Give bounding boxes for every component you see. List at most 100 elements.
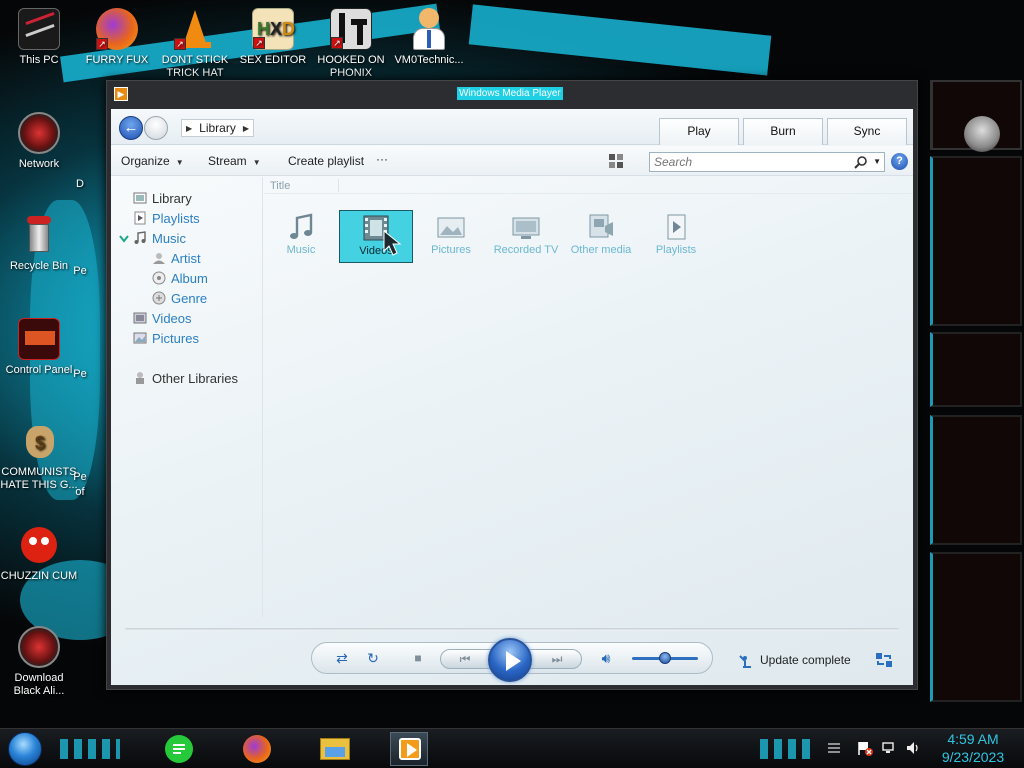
computer-icon — [18, 8, 60, 50]
forward-button[interactable] — [144, 116, 168, 140]
shortcut-arrow-icon: ↗ — [331, 37, 343, 49]
taskbar: 4:59 AM 9/23/2023 — [0, 728, 1024, 768]
tile-label: Music — [286, 244, 316, 256]
switch-to-now-playing-icon[interactable] — [875, 651, 893, 669]
tab-burn[interactable]: Burn — [743, 118, 823, 145]
organize-menu[interactable]: Organize ▼ — [121, 154, 184, 168]
security-alert-flag-icon[interactable] — [857, 740, 873, 756]
nav-label: Videos — [152, 310, 192, 326]
stream-menu[interactable]: Stream ▼ — [208, 154, 261, 168]
tile-playlists[interactable]: Playlists — [639, 210, 713, 263]
nav-item-library[interactable]: Library — [133, 189, 192, 207]
volume-slider-thumb[interactable] — [659, 652, 671, 664]
breadcrumb-item-library[interactable]: Library — [196, 121, 239, 135]
stop-icon[interactable]: ■ — [410, 650, 426, 666]
gadget-network — [930, 552, 1022, 702]
taskbar-app-notes[interactable] — [160, 732, 198, 766]
tile-label: Playlists — [655, 244, 697, 256]
nav-item-videos[interactable]: Videos — [133, 309, 192, 327]
nav-item-playlists[interactable]: Playlists — [133, 209, 200, 227]
back-button[interactable]: ← — [119, 116, 143, 140]
taskbar-decoration — [60, 739, 120, 759]
nav-item-other-libraries[interactable]: Other Libraries — [133, 369, 238, 387]
partial-icon-label: D — [76, 178, 84, 190]
search-dropdown-icon[interactable]: ▼ — [873, 157, 881, 166]
desktop-icon-label: FURRY FUX — [85, 54, 149, 66]
content-pane: Title Music Videos Pictures Recorded TV … — [264, 177, 913, 617]
desktop-icon-hooked-on[interactable]: ↗ HOOKED ON PHONIX — [312, 8, 390, 80]
gadget-drives — [930, 415, 1022, 545]
create-playlist-button[interactable]: Create playlist — [288, 154, 364, 168]
action-center-icon[interactable] — [826, 740, 842, 756]
column-header-title[interactable]: Title — [270, 180, 290, 192]
column-separator[interactable] — [338, 179, 339, 192]
breadcrumb[interactable]: ▶ Library ▶ — [181, 119, 254, 137]
tab-sync[interactable]: Sync — [827, 118, 907, 145]
desktop-icon-sex-editor[interactable]: HXD ↗ SEX EDITOR — [234, 8, 312, 67]
clock-date[interactable]: 9/23/2023 — [934, 749, 1012, 765]
more-options-button[interactable]: ··· — [376, 152, 388, 166]
nav-item-pictures[interactable]: Pictures — [133, 329, 199, 347]
desktop-icon-network[interactable]: Network — [0, 112, 78, 171]
expanded-chevron-icon[interactable] — [119, 231, 129, 245]
taskbar-app-firefox[interactable] — [238, 732, 276, 766]
help-button[interactable]: ? — [891, 153, 908, 170]
previous-icon[interactable]: ⏮ — [457, 651, 473, 667]
desktop-icon-vm0technic[interactable]: VM0Technic... — [390, 8, 468, 67]
taskbar-app-file-explorer[interactable] — [316, 732, 354, 766]
breadcrumb-chevron-icon[interactable]: ▶ — [239, 124, 253, 133]
wallpaper-streak — [468, 4, 772, 76]
column-header: Title — [264, 177, 913, 194]
tile-pictures[interactable]: Pictures — [414, 210, 488, 263]
partial-icon-label: Pe — [73, 265, 87, 277]
partial-icon-label: of — [75, 486, 85, 498]
play-button[interactable] — [488, 638, 532, 682]
nav-item-genre[interactable]: Genre — [152, 289, 207, 307]
nav-label: Music — [152, 230, 186, 246]
caret-down-icon: ▼ — [175, 158, 184, 167]
clock-time[interactable]: 4:59 AM — [940, 731, 1006, 747]
desktop-icon-label: DONT STICK TRICK HAT — [161, 54, 229, 79]
wmp-app-icon[interactable]: ▶ — [114, 87, 128, 101]
tile-recorded-tv[interactable]: Recorded TV — [489, 210, 563, 263]
desktop-icon-label: HOOKED ON PHONIX — [317, 54, 385, 79]
nav-item-artist[interactable]: Artist — [152, 249, 201, 267]
playlist-icon — [133, 211, 147, 225]
album-icon — [152, 271, 166, 285]
playlist-icon — [661, 212, 691, 242]
gadget-calendar — [930, 156, 1022, 326]
breadcrumb-chevron-icon[interactable]: ▶ — [182, 124, 196, 133]
search-input[interactable] — [650, 153, 850, 171]
desktop-icon-label: SEX EDITOR — [239, 54, 307, 66]
firefox-icon — [243, 735, 271, 763]
desktop-icon-this-pc[interactable]: This PC — [0, 8, 78, 67]
money-bag-icon: $ — [18, 420, 60, 462]
start-button[interactable] — [8, 732, 42, 766]
seek-bar[interactable] — [125, 628, 899, 631]
navigation-bar: ← ▶ Library ▶ Play Burn Sync — [111, 109, 913, 145]
volume-speaker-icon[interactable]: 🔊︎ — [598, 650, 614, 666]
navigation-pane: Library Playlists Music Artist Album Gen… — [111, 177, 263, 617]
next-icon[interactable]: ⏭ — [549, 651, 565, 667]
tile-music[interactable]: Music — [264, 210, 338, 263]
tab-play[interactable]: Play — [659, 118, 739, 145]
network-status-icon[interactable] — [881, 740, 897, 756]
shuffle-icon[interactable]: ⇄ — [334, 650, 350, 666]
desktop-icon-chuzzin[interactable]: CHUZZIN CUM — [0, 524, 78, 583]
desktop-icon-furry-fux[interactable]: ↗ FURRY FUX — [78, 8, 156, 67]
artist-icon — [152, 251, 166, 265]
view-options-icon[interactable] — [609, 154, 623, 168]
search-icon[interactable] — [854, 155, 868, 169]
volume-icon[interactable] — [905, 740, 921, 756]
control-panel-icon — [18, 318, 60, 360]
taskbar-app-wmp[interactable] — [390, 732, 428, 766]
repeat-icon[interactable]: ↻ — [365, 650, 381, 666]
back-arrow-icon: ← — [123, 119, 139, 136]
nav-item-music[interactable]: Music — [119, 229, 186, 247]
tile-other-media[interactable]: Other media — [564, 210, 638, 263]
doctor-avatar-icon — [408, 8, 450, 50]
desktop-icon-download-black[interactable]: Download Black Ali... — [0, 626, 78, 698]
nav-item-album[interactable]: Album — [152, 269, 208, 287]
search-box[interactable]: ▼ — [649, 152, 885, 172]
desktop-icon-dont-stick[interactable]: ↗ DONT STICK TRICK HAT — [156, 8, 234, 80]
